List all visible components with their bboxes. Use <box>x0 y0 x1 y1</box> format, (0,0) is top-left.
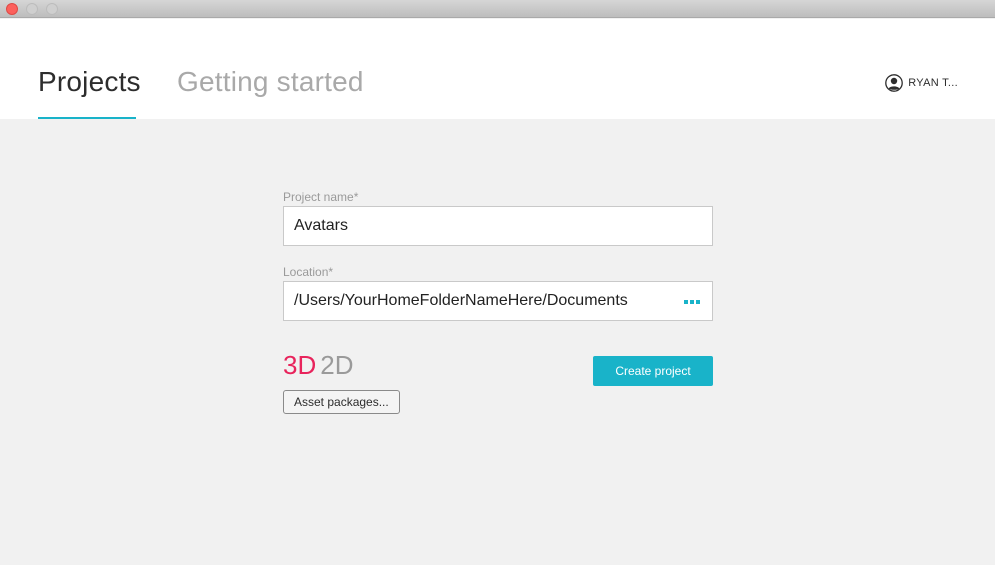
asset-packages-button[interactable]: Asset packages... <box>283 390 400 414</box>
window-titlebar <box>0 0 995 18</box>
unity-hub-window: Projects Getting started RYAN T... Proje… <box>0 0 995 565</box>
dimension-2d-option[interactable]: 2D <box>320 350 353 380</box>
dimension-3d-option[interactable]: 3D <box>283 350 316 380</box>
new-project-form: Project name* Avatars Location* /Users/Y… <box>283 190 713 321</box>
project-name-label: Project name* <box>283 190 359 204</box>
tab-projects[interactable]: Projects <box>38 66 141 98</box>
user-account-menu[interactable]: RYAN T... <box>885 74 958 92</box>
header: Projects Getting started RYAN T... <box>0 19 995 119</box>
more-dots-icon[interactable] <box>684 300 700 304</box>
user-name: RYAN T... <box>908 77 958 89</box>
project-name-input[interactable]: Avatars <box>283 206 713 246</box>
user-avatar-icon <box>885 74 904 92</box>
location-label: Location* <box>283 265 334 279</box>
window-minimize-button[interactable] <box>26 3 38 15</box>
location-value: /Users/YourHomeFolderNameHere/Documents <box>294 292 628 309</box>
dimension-toggle: 3D 2D <box>283 350 354 380</box>
tab-getting-started[interactable]: Getting started <box>177 66 364 98</box>
create-project-button[interactable]: Create project <box>593 356 713 386</box>
active-tab-indicator <box>38 117 136 119</box>
location-input[interactable]: /Users/YourHomeFolderNameHere/Documents <box>283 281 713 321</box>
project-name-value: Avatars <box>294 217 348 234</box>
window-close-button[interactable] <box>6 3 18 15</box>
window-maximize-button[interactable] <box>46 3 58 15</box>
